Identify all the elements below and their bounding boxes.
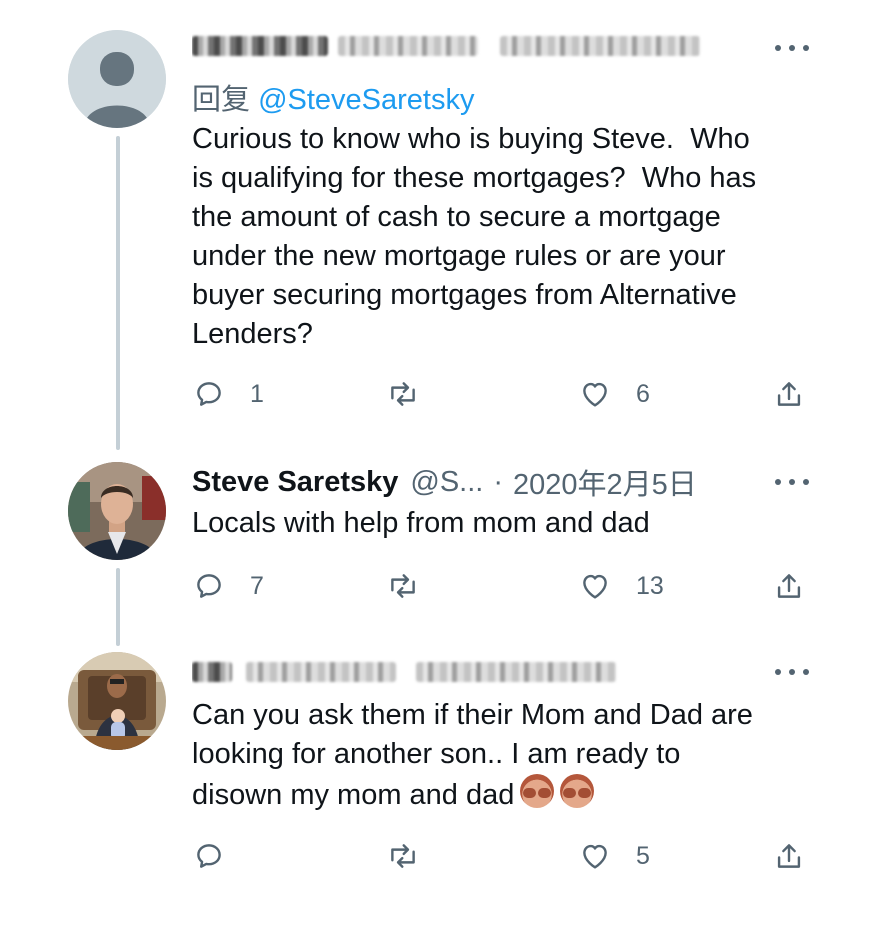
- heart-icon: [583, 574, 607, 599]
- man-suit-photo: [68, 462, 166, 560]
- tweet-header: Steve Saretsky @S... · 2020年2月5日: [192, 462, 806, 502]
- separator-dot: ·: [493, 465, 503, 498]
- heart-icon: [583, 844, 607, 869]
- redacted-tweet-date[interactable]: [500, 36, 700, 56]
- redacted-author-name[interactable]: [192, 662, 232, 682]
- share-icon: [777, 574, 801, 598]
- reply-mention-link[interactable]: @SteveSaretsky: [258, 84, 474, 116]
- replying-to: 回复 @SteveSaretsky: [192, 76, 474, 118]
- see-no-evil-monkey-icon: [520, 774, 555, 808]
- tweet-header: [192, 26, 806, 66]
- more-options-icon[interactable]: [775, 472, 809, 492]
- share-button[interactable]: [772, 566, 806, 606]
- share-icon: [777, 844, 801, 868]
- more-options-icon[interactable]: [775, 662, 809, 682]
- author-name[interactable]: Steve Saretsky: [192, 466, 398, 499]
- thread-line: [116, 568, 120, 646]
- default-avatar-icon: [68, 30, 166, 128]
- author-handle[interactable]: @S...: [410, 466, 483, 499]
- tweet-text-content: Can you ask them if their Mom and Dad ar…: [192, 699, 753, 811]
- reply-button[interactable]: 7: [192, 566, 264, 606]
- like-count: 5: [636, 841, 650, 870]
- retweet-button[interactable]: [386, 836, 444, 876]
- reply-button[interactable]: [192, 836, 250, 876]
- reply-prefix: 回复: [192, 84, 259, 116]
- share-button[interactable]: [772, 836, 806, 876]
- like-button[interactable]: 6: [578, 374, 650, 414]
- retweet-icon: [391, 574, 415, 598]
- thread-line: [116, 136, 120, 450]
- reply-icon: [197, 844, 221, 868]
- avatar[interactable]: [68, 652, 166, 750]
- avatar[interactable]: [68, 462, 166, 560]
- redacted-author-handle[interactable]: [338, 36, 478, 56]
- retweet-button[interactable]: [386, 374, 444, 414]
- heart-icon: [583, 382, 607, 407]
- tweet-text: Can you ask them if their Mom and Dad ar…: [192, 696, 832, 815]
- reply-button[interactable]: 1: [192, 374, 264, 414]
- retweet-button[interactable]: [386, 566, 444, 606]
- share-icon: [777, 382, 801, 406]
- tweet-text: Curious to know who is buying Steve. Who…: [192, 123, 757, 350]
- tweet-date[interactable]: 2020年2月5日: [513, 462, 697, 502]
- retweet-icon: [391, 844, 415, 868]
- redacted-tweet-date[interactable]: [416, 662, 616, 682]
- reply-icon: [197, 574, 221, 598]
- redacted-author-handle[interactable]: [246, 662, 396, 682]
- reply-count: 7: [250, 571, 264, 600]
- reply-count: 1: [250, 379, 264, 408]
- like-button[interactable]: 5: [578, 836, 650, 876]
- man-with-baby-photo: [68, 652, 166, 750]
- tweet-header: [192, 652, 806, 692]
- more-options-icon[interactable]: [775, 38, 809, 58]
- share-button[interactable]: [772, 374, 806, 414]
- like-count: 13: [636, 571, 664, 600]
- retweet-icon: [391, 382, 415, 406]
- see-no-evil-monkey-icon: [560, 774, 595, 808]
- avatar[interactable]: [68, 30, 166, 128]
- like-button[interactable]: 13: [578, 566, 664, 606]
- redacted-author-name[interactable]: [192, 36, 328, 56]
- like-count: 6: [636, 379, 650, 408]
- reply-icon: [197, 382, 221, 406]
- tweet-text: Locals with help from mom and dad: [192, 507, 650, 539]
